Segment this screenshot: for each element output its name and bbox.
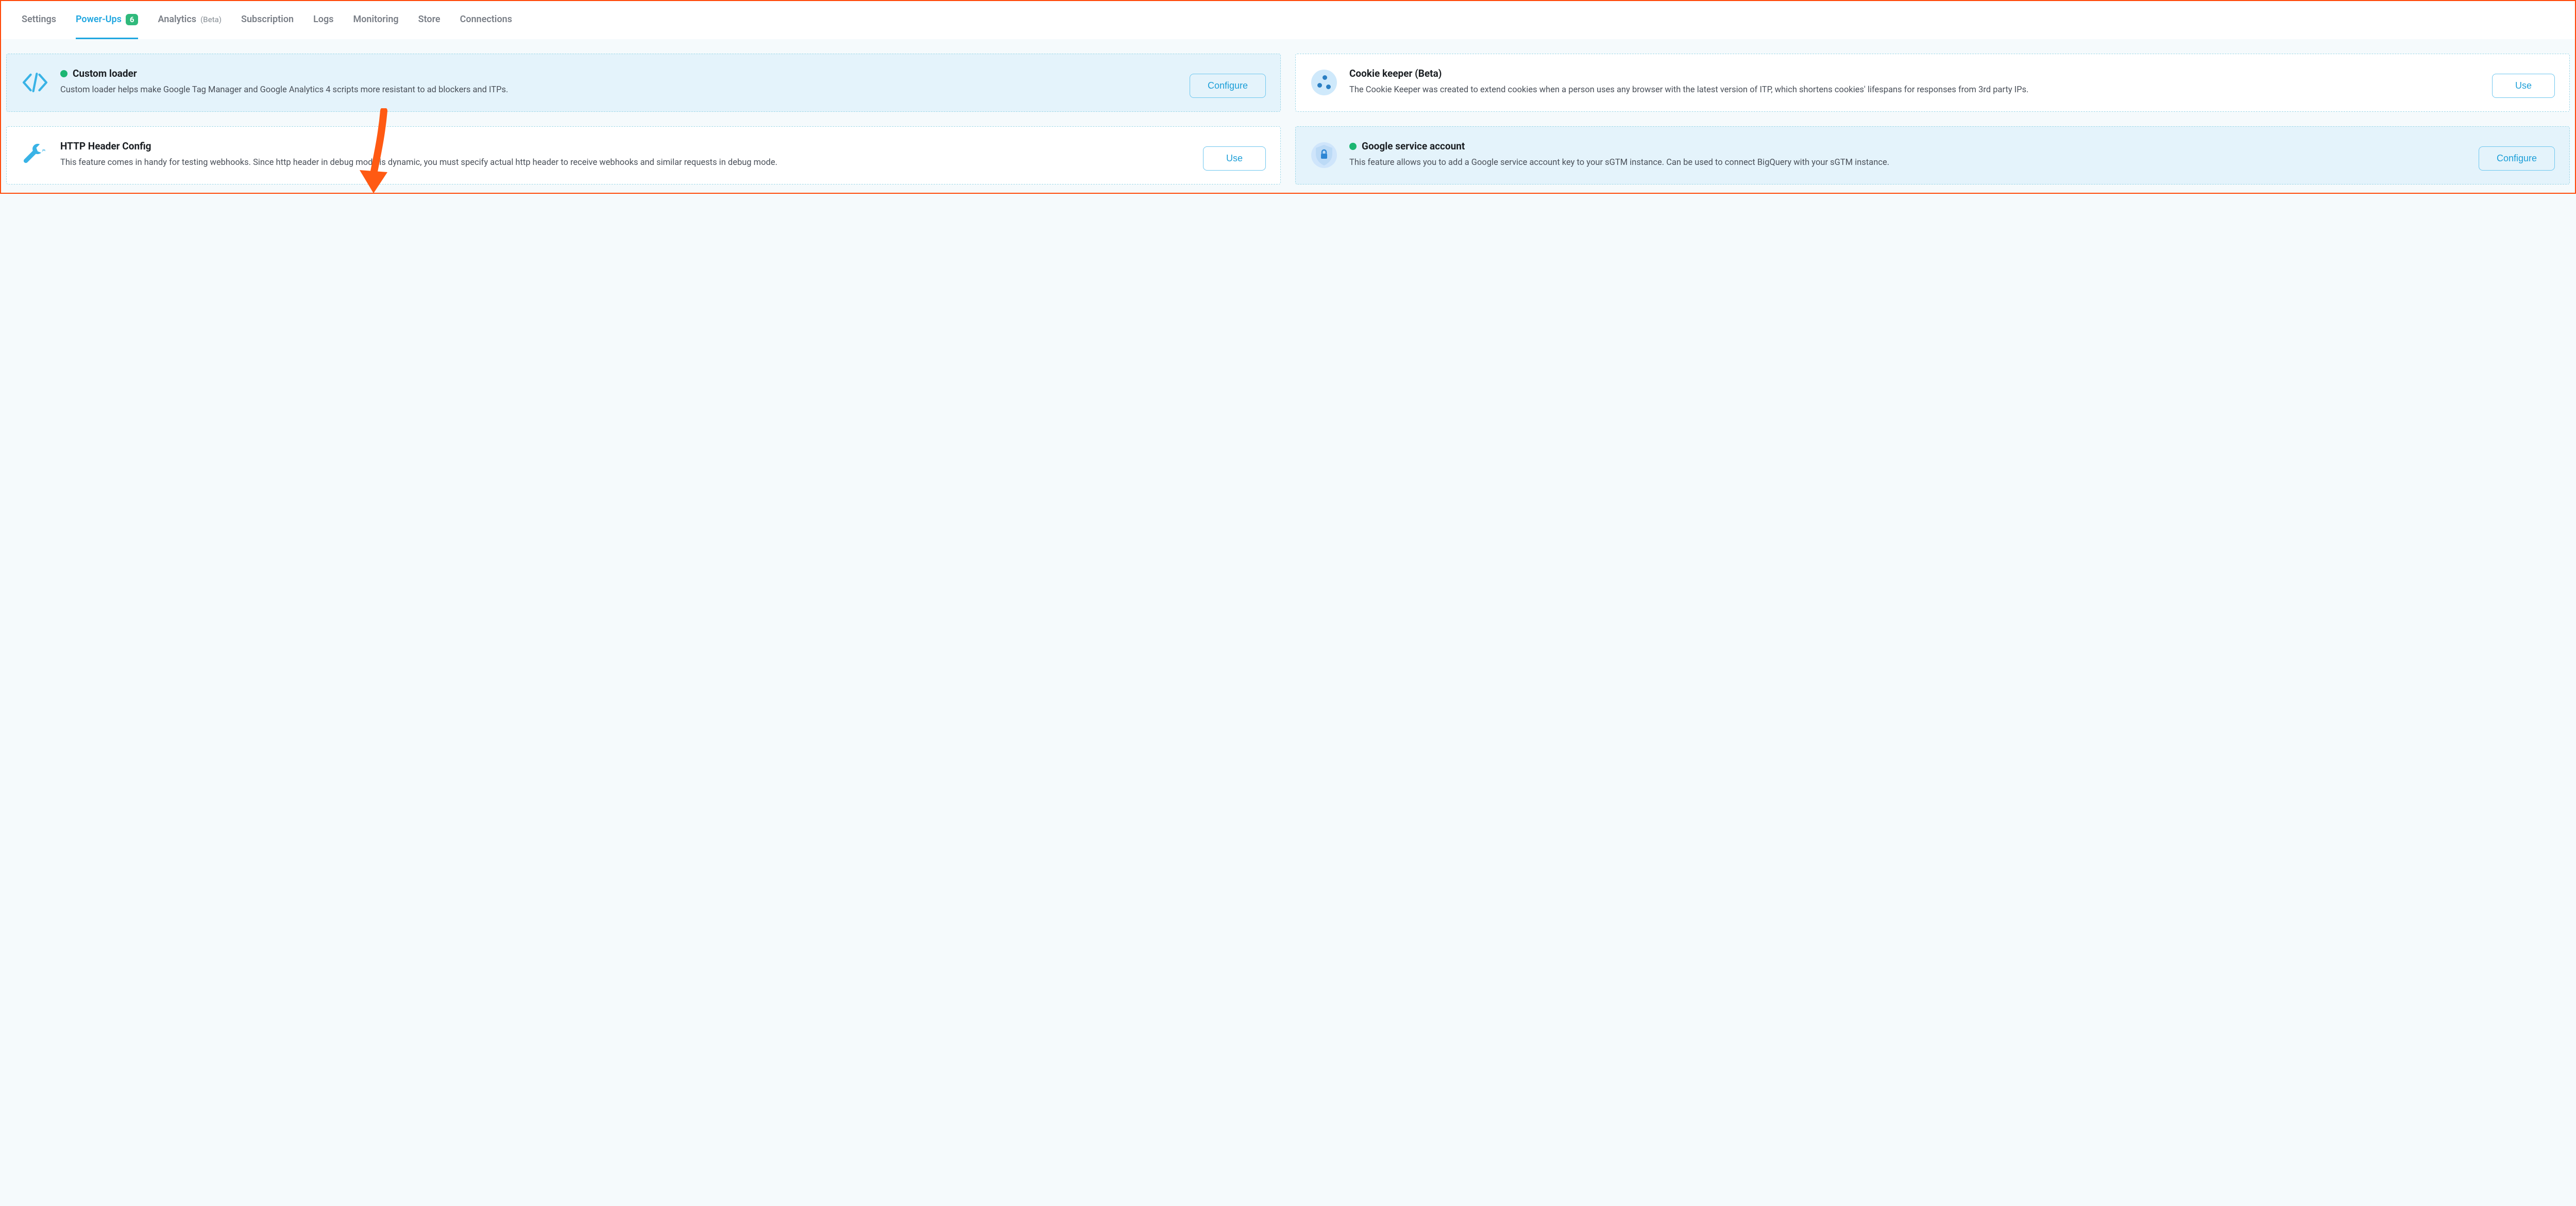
beta-label: (Beta) (200, 15, 222, 24)
card-title: Cookie keeper (Beta) (1349, 68, 1442, 79)
card-content: Custom loader Custom loader helps make G… (60, 68, 1178, 97)
powerups-grid: Custom loader Custom loader helps make G… (1, 39, 2575, 193)
tab-label: Analytics (158, 14, 196, 25)
tab-logs[interactable]: Logs (313, 1, 333, 38)
code-icon (21, 69, 49, 96)
tab-label: Store (418, 14, 440, 25)
card-google-service-account: Google service account This feature allo… (1295, 126, 2570, 185)
tab-settings[interactable]: Settings (22, 1, 56, 38)
card-description: This feature comes in handy for testing … (60, 156, 1192, 170)
wrench-icon (21, 141, 49, 169)
configure-button[interactable]: Configure (1190, 74, 1266, 98)
card-content: Cookie keeper (Beta) The Cookie Keeper w… (1349, 68, 2481, 97)
tab-subscription[interactable]: Subscription (241, 1, 294, 38)
powerups-count-badge: 6 (126, 14, 139, 25)
card-description: This feature allows you to add a Google … (1349, 156, 2467, 170)
card-custom-loader: Custom loader Custom loader helps make G… (6, 54, 1281, 112)
card-description: The Cookie Keeper was created to extend … (1349, 83, 2481, 97)
card-content: Google service account This feature allo… (1349, 140, 2467, 170)
tab-label: Logs (313, 14, 333, 25)
card-description: Custom loader helps make Google Tag Mana… (60, 83, 1178, 97)
use-button[interactable]: Use (1203, 146, 1266, 171)
tab-label: Connections (460, 14, 512, 25)
tab-label: Settings (22, 14, 56, 25)
use-button[interactable]: Use (2492, 74, 2555, 98)
card-title: Google service account (1362, 140, 1465, 152)
tab-label: Monitoring (353, 14, 398, 25)
app-frame: Settings Power-Ups 6 Analytics (Beta) Su… (0, 0, 2576, 194)
status-dot-active (60, 70, 67, 77)
tab-label: Power-Ups (76, 14, 122, 25)
tab-powerups[interactable]: Power-Ups 6 (76, 1, 138, 38)
tab-analytics[interactable]: Analytics (Beta) (158, 1, 222, 38)
shield-lock-icon (1310, 141, 1338, 169)
card-cookie-keeper: Cookie keeper (Beta) The Cookie Keeper w… (1295, 54, 2570, 112)
card-content: HTTP Header Config This feature comes in… (60, 140, 1192, 170)
status-dot-active (1349, 143, 1357, 150)
card-http-header: HTTP Header Config This feature comes in… (6, 126, 1281, 185)
card-title: HTTP Header Config (60, 140, 151, 152)
tab-store[interactable]: Store (418, 1, 440, 38)
tab-connections[interactable]: Connections (460, 1, 512, 38)
tab-bar: Settings Power-Ups 6 Analytics (Beta) Su… (1, 1, 2575, 39)
card-title: Custom loader (73, 68, 137, 79)
tab-monitoring[interactable]: Monitoring (353, 1, 398, 38)
configure-button[interactable]: Configure (2479, 146, 2555, 171)
tab-label: Subscription (241, 14, 294, 25)
cookie-icon (1310, 69, 1338, 96)
